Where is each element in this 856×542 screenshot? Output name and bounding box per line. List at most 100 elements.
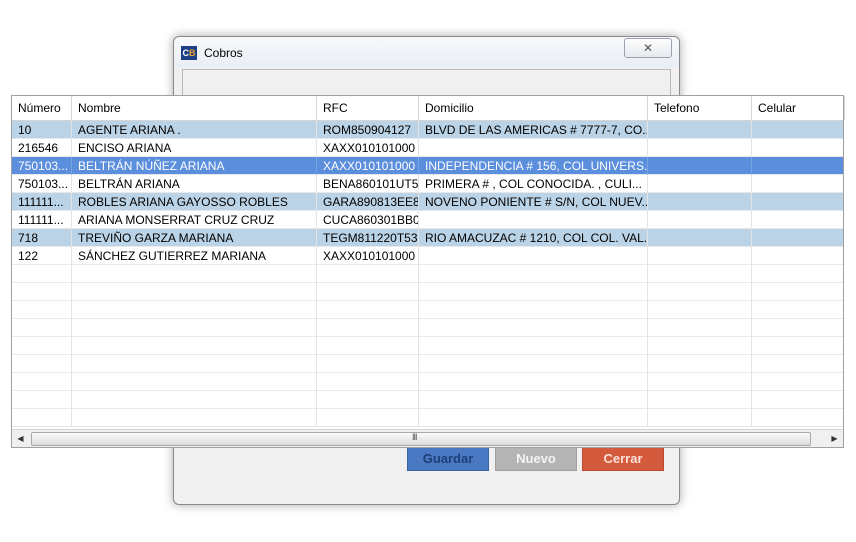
cell-domicilio[interactable] bbox=[419, 355, 648, 373]
cell-numero[interactable]: 718 bbox=[12, 229, 72, 247]
cell-rfc[interactable]: CUCA860301BB0 bbox=[317, 211, 419, 229]
cell-domicilio[interactable] bbox=[419, 211, 648, 229]
cell-domicilio[interactable] bbox=[419, 337, 648, 355]
cell-celular[interactable] bbox=[752, 121, 843, 139]
cell-rfc[interactable] bbox=[317, 319, 419, 337]
cell-numero[interactable]: 122 bbox=[12, 247, 72, 265]
cell-domicilio[interactable]: BLVD DE LAS AMERICAS # 7777-7, CO... bbox=[419, 121, 648, 139]
cell-celular[interactable] bbox=[752, 229, 843, 247]
cell-numero[interactable] bbox=[12, 355, 72, 373]
nuevo-button[interactable]: Nuevo bbox=[495, 447, 577, 471]
cell-domicilio[interactable] bbox=[419, 373, 648, 391]
table-row[interactable]: 111111... ROBLES ARIANA GAYOSSO ROBLES GAR… bbox=[12, 193, 843, 211]
cell-rfc[interactable] bbox=[317, 355, 419, 373]
cell-numero[interactable] bbox=[12, 265, 72, 283]
table-row[interactable]: 750103... BELTRÁN ARIANA BENA860101UT5 PRIM… bbox=[12, 175, 843, 193]
cell-domicilio[interactable] bbox=[419, 265, 648, 283]
cell-nombre[interactable] bbox=[72, 265, 317, 283]
table-row[interactable]: 10 AGENTE ARIANA . ROM850904127 BLVD DE LAS… bbox=[12, 121, 843, 139]
column-header-nombre[interactable]: Nombre bbox=[72, 96, 317, 120]
cell-rfc[interactable] bbox=[317, 265, 419, 283]
cell-rfc[interactable] bbox=[317, 301, 419, 319]
cell-rfc[interactable] bbox=[317, 283, 419, 301]
cell-telefono[interactable] bbox=[648, 157, 752, 175]
cell-domicilio[interactable] bbox=[419, 247, 648, 265]
cell-telefono[interactable] bbox=[648, 391, 752, 409]
cell-nombre[interactable] bbox=[72, 319, 317, 337]
cell-telefono[interactable] bbox=[648, 175, 752, 193]
cell-telefono[interactable] bbox=[648, 283, 752, 301]
table-row[interactable]: 718 TREVIÑO GARZA MARIANA TEGM811220T53 RIO… bbox=[12, 229, 843, 247]
cell-nombre[interactable] bbox=[72, 409, 317, 427]
cell-numero[interactable]: 111111... bbox=[12, 211, 72, 229]
cell-celular[interactable] bbox=[752, 247, 843, 265]
cell-rfc[interactable]: TEGM811220T53 bbox=[317, 229, 419, 247]
cell-domicilio[interactable]: NOVENO PONIENTE # S/N, COL NUEV... bbox=[419, 193, 648, 211]
column-header-domicilio[interactable]: Domicilio bbox=[419, 96, 648, 120]
cell-domicilio[interactable]: RIO AMACUZAC # 1210, COL COL. VAL... bbox=[419, 229, 648, 247]
cell-celular[interactable] bbox=[752, 283, 843, 301]
cell-rfc[interactable]: XAXX010101000 bbox=[317, 157, 419, 175]
cell-telefono[interactable] bbox=[648, 121, 752, 139]
cell-nombre[interactable]: BELTRÁN NÚÑEZ ARIANA bbox=[72, 157, 317, 175]
cell-domicilio[interactable] bbox=[419, 409, 648, 427]
cell-numero[interactable]: 750103... bbox=[12, 157, 72, 175]
cell-telefono[interactable] bbox=[648, 373, 752, 391]
column-header-numero[interactable]: Número bbox=[12, 96, 72, 120]
horizontal-scrollbar[interactable]: ◀ III ▶ bbox=[12, 429, 843, 447]
cell-rfc[interactable]: XAXX010101000 bbox=[317, 139, 419, 157]
cell-rfc[interactable]: ROM850904127 bbox=[317, 121, 419, 139]
cell-domicilio[interactable] bbox=[419, 391, 648, 409]
cell-rfc[interactable] bbox=[317, 391, 419, 409]
cell-celular[interactable] bbox=[752, 391, 843, 409]
cell-numero[interactable] bbox=[12, 391, 72, 409]
cobros-titlebar[interactable]: CB Cobros ✕ bbox=[174, 37, 679, 67]
cell-numero[interactable] bbox=[12, 301, 72, 319]
cell-celular[interactable] bbox=[752, 211, 843, 229]
cell-nombre[interactable] bbox=[72, 337, 317, 355]
guardar-button[interactable]: Guardar bbox=[407, 447, 489, 471]
cell-telefono[interactable] bbox=[648, 265, 752, 283]
table-row[interactable]: 111111... ARIANA MONSERRAT CRUZ CRUZ CUCA8… bbox=[12, 211, 843, 229]
cell-celular[interactable] bbox=[752, 193, 843, 211]
cell-celular[interactable] bbox=[752, 301, 843, 319]
column-header-rfc[interactable]: RFC bbox=[317, 96, 419, 120]
scroll-left-icon[interactable]: ◀ bbox=[12, 430, 29, 447]
cell-numero[interactable]: 216546 bbox=[12, 139, 72, 157]
cell-numero[interactable] bbox=[12, 283, 72, 301]
table-row[interactable]: 122 SÁNCHEZ GUTIERREZ MARIANA XAXX01010100… bbox=[12, 247, 843, 265]
cell-rfc[interactable] bbox=[317, 337, 419, 355]
column-header-telefono[interactable]: Telefono bbox=[648, 96, 752, 120]
cell-telefono[interactable] bbox=[648, 229, 752, 247]
cell-celular[interactable] bbox=[752, 319, 843, 337]
cell-celular[interactable] bbox=[752, 157, 843, 175]
cell-nombre[interactable] bbox=[72, 301, 317, 319]
scroll-right-icon[interactable]: ▶ bbox=[826, 430, 843, 447]
close-button[interactable]: ✕ bbox=[624, 38, 672, 58]
scrollbar-thumb[interactable]: III bbox=[31, 432, 811, 446]
cell-nombre[interactable] bbox=[72, 391, 317, 409]
cell-nombre[interactable]: ARIANA MONSERRAT CRUZ CRUZ bbox=[72, 211, 317, 229]
cell-domicilio[interactable] bbox=[419, 139, 648, 157]
cell-telefono[interactable] bbox=[648, 301, 752, 319]
cell-celular[interactable] bbox=[752, 373, 843, 391]
table-row[interactable]: 750103... BELTRÁN NÚÑEZ ARIANA XAXX0101010… bbox=[12, 157, 843, 175]
cell-telefono[interactable] bbox=[648, 355, 752, 373]
cell-numero[interactable]: 111111... bbox=[12, 193, 72, 211]
cell-celular[interactable] bbox=[752, 355, 843, 373]
cell-telefono[interactable] bbox=[648, 409, 752, 427]
cell-nombre[interactable]: BELTRÁN ARIANA bbox=[72, 175, 317, 193]
cell-numero[interactable] bbox=[12, 337, 72, 355]
cell-rfc[interactable]: XAXX010101000 bbox=[317, 247, 419, 265]
cell-nombre[interactable]: AGENTE ARIANA . bbox=[72, 121, 317, 139]
cell-numero[interactable] bbox=[12, 373, 72, 391]
cell-telefono[interactable] bbox=[648, 139, 752, 157]
cell-celular[interactable] bbox=[752, 139, 843, 157]
cell-numero[interactable] bbox=[12, 319, 72, 337]
cell-domicilio[interactable] bbox=[419, 319, 648, 337]
cell-nombre[interactable] bbox=[72, 283, 317, 301]
cell-numero[interactable]: 10 bbox=[12, 121, 72, 139]
table-row[interactable]: 216546 ENCISO ARIANA XAXX010101000 bbox=[12, 139, 843, 157]
cell-nombre[interactable]: ENCISO ARIANA bbox=[72, 139, 317, 157]
cell-celular[interactable] bbox=[752, 265, 843, 283]
